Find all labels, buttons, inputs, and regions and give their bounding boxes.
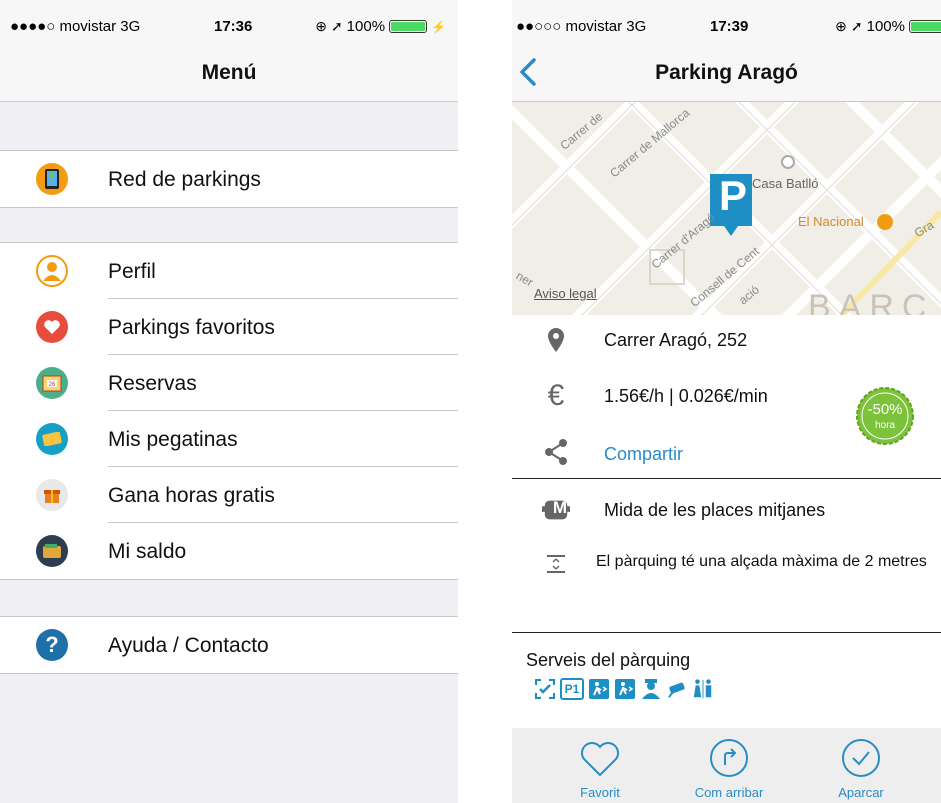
gift-icon xyxy=(36,479,68,511)
check-scan-icon xyxy=(534,678,556,700)
menu-item-reservas[interactable]: 26 Reservas xyxy=(0,355,458,411)
cctv-camera-icon xyxy=(666,678,688,700)
rotation-lock-icon: ⊕ xyxy=(835,18,847,34)
menu-label: Mis pegatinas xyxy=(108,428,238,451)
park-button[interactable]: Aparcar xyxy=(821,738,901,800)
page-title: Menú xyxy=(201,61,257,84)
heart-outline-icon xyxy=(581,742,619,777)
phone-map-icon xyxy=(36,163,68,195)
parking-marker-letter[interactable]: P xyxy=(712,170,754,222)
battery-percent: 100% xyxy=(346,18,386,35)
nav-bar: Parking Aragó xyxy=(512,44,941,102)
height-limit-icon xyxy=(542,550,570,578)
height-row: El pàrquing té una alçada màxima de 2 me… xyxy=(512,550,941,578)
status-right: ⊕ ➚ 100% ⚡ xyxy=(315,18,446,35)
size-row: M Mida de les places mitjanes xyxy=(512,496,941,526)
charging-icon: ⚡ xyxy=(431,19,446,34)
menu-label: Parkings favoritos xyxy=(108,316,275,339)
menu-label: Perfil xyxy=(108,260,156,283)
status-right: ⊕ ➚ 100% xyxy=(835,18,941,35)
address-text: Carrer Aragó, 252 xyxy=(604,330,748,350)
svg-text:26: 26 xyxy=(49,382,56,388)
discount-unit: hora xyxy=(874,420,895,431)
menu-group-help: ? Ayuda / Contacto xyxy=(0,616,458,674)
location-pin-icon xyxy=(542,326,570,354)
place-label: Casa Batlló xyxy=(752,176,819,191)
parking-detail-screen: ●●○○○ movistar 3G 17:39 ⊕ ➚ 100% Parking… xyxy=(512,0,941,803)
park-label: Aparcar xyxy=(838,785,884,800)
toilets-icon xyxy=(692,678,714,700)
menu-item-mi-saldo[interactable]: Mi saldo xyxy=(0,523,458,579)
location-arrow-icon: ➚ xyxy=(850,18,863,34)
height-text: El pàrquing té una alçada màxima de 2 me… xyxy=(596,553,927,570)
help-icon: ? xyxy=(36,629,68,661)
menu-item-perfil[interactable]: Perfil xyxy=(0,243,458,299)
battery-percent: 100% xyxy=(866,18,905,35)
battery-icon xyxy=(909,20,941,33)
exit-icon xyxy=(614,678,636,700)
rotation-lock-icon: ⊕ xyxy=(315,18,327,34)
discount-badge: -50% hora xyxy=(856,387,914,445)
heart-icon xyxy=(36,311,68,343)
carrier-label: ●●○○○ movistar 3G xyxy=(516,18,647,35)
p1-label: P1 xyxy=(564,682,580,696)
action-tab-bar: Favorit Com arribar Aparcar xyxy=(512,728,941,803)
exit-icon xyxy=(588,678,610,700)
menu-label: Ayuda / Contacto xyxy=(108,634,269,657)
share-link[interactable]: Compartir xyxy=(604,444,683,465)
menu-item-mis-pegatinas[interactable]: Mis pegatinas xyxy=(0,411,458,467)
district-label: BARC xyxy=(808,288,935,315)
menu-item-gana-horas-gratis[interactable]: Gana horas gratis xyxy=(0,467,458,523)
favorite-label: Favorit xyxy=(580,785,620,800)
euro-icon: € xyxy=(547,379,565,412)
menu-label: Gana horas gratis xyxy=(108,484,275,507)
legal-link[interactable]: Aviso legal xyxy=(534,286,597,301)
security-guard-icon xyxy=(640,678,662,700)
nav-bar: Menú xyxy=(0,44,458,102)
divider xyxy=(512,478,941,479)
clock: 17:39 xyxy=(710,18,749,35)
discount-value: -50% xyxy=(867,401,903,418)
sticker-icon xyxy=(36,423,68,455)
menu-label: Reservas xyxy=(108,372,197,395)
directions-label: Com arribar xyxy=(694,785,764,800)
checkmark-circle-icon xyxy=(842,739,880,777)
directions-icon xyxy=(710,739,748,777)
menu-screen: ●●●●○ movistar 3G 17:36 ⊕ ➚ 100% ⚡ Menú … xyxy=(0,0,458,803)
share-icon xyxy=(542,438,570,466)
size-letter: M xyxy=(552,498,568,517)
map-view[interactable]: Carrer de Carrer de Mallorca Carrer d'Ar… xyxy=(512,102,941,315)
wallet-icon xyxy=(36,535,68,567)
menu-group-account: Perfil Parkings favoritos 26 Reservas Mi… xyxy=(0,242,458,580)
menu-label: Red de parkings xyxy=(108,168,261,191)
profile-icon xyxy=(36,255,68,287)
menu-label: Mi saldo xyxy=(108,540,187,563)
services-icon-list: P1 xyxy=(534,678,714,700)
menu-item-ayuda-contacto[interactable]: ? Ayuda / Contacto xyxy=(0,617,458,673)
page-title: Parking Aragó xyxy=(655,61,798,84)
services-title: Serveis del pàrquing xyxy=(526,650,691,670)
place-label: El Nacional xyxy=(798,214,864,229)
address-row: Carrer Aragó, 252 xyxy=(512,326,941,356)
price-text: 1.56€/h | 0.026€/min xyxy=(604,386,768,406)
favorite-button[interactable]: Favorit xyxy=(560,738,640,800)
carrier-label: ●●●●○ movistar 3G xyxy=(10,18,141,35)
location-arrow-icon: ➚ xyxy=(330,18,343,34)
directions-button[interactable]: Com arribar xyxy=(689,738,769,800)
menu-item-red-de-parkings[interactable]: Red de parkings xyxy=(0,151,458,207)
share-row[interactable]: Compartir xyxy=(512,438,941,468)
divider xyxy=(512,632,941,633)
battery-icon xyxy=(389,20,428,33)
clock: 17:36 xyxy=(214,18,253,35)
menu-item-parkings-favoritos[interactable]: Parkings favoritos xyxy=(0,299,458,355)
size-text: Mida de les places mitjanes xyxy=(604,500,826,520)
calendar-icon: 26 xyxy=(36,367,68,399)
menu-group-network: Red de parkings xyxy=(0,150,458,208)
p1-sign-icon: P1 xyxy=(560,678,584,700)
